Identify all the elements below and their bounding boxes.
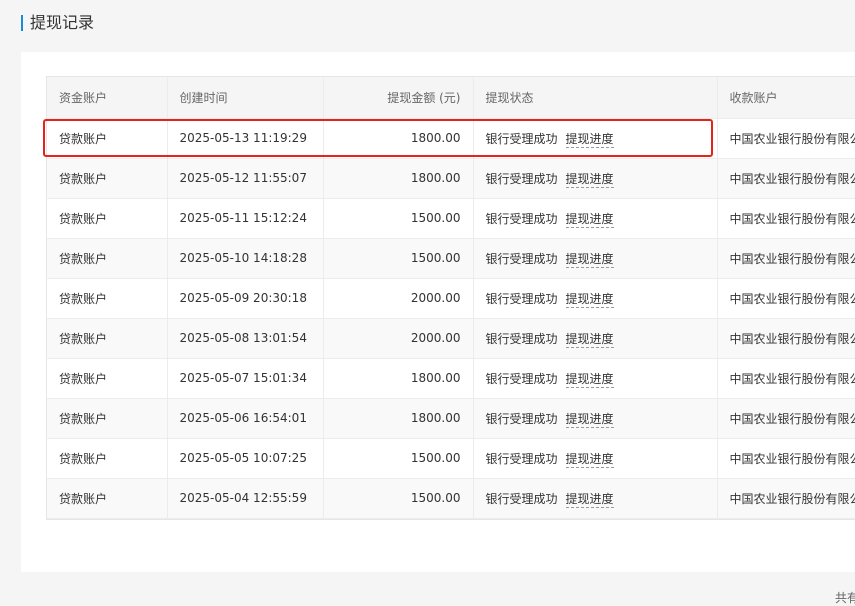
cell-status: 银行受理成功 提现进度 (473, 318, 718, 359)
cell-amount: 2000.00 (323, 278, 474, 319)
cell-time: 2025-05-07 15:01:34 (167, 358, 324, 399)
page-header: 提现记录 (0, 0, 855, 48)
cell-time: 2025-05-05 10:07:25 (167, 438, 324, 479)
col-header-amount: 提现金额 (元) (323, 77, 474, 119)
withdraw-progress-link[interactable]: 提现进度 (565, 371, 614, 388)
table-row: 贷款账户 2025-05-06 16:54:01 1800.00 银行受理成功 提现进度… (47, 398, 855, 439)
table-row: 贷款账户 2025-05-11 15:12:24 1500.00 银行受理成功 提现进度… (47, 198, 855, 239)
cell-time: 2025-05-06 16:54:01 (167, 398, 324, 439)
table-row: 贷款账户 2025-05-13 11:19:29 1800.00 银行受理成功 提现进度… (47, 118, 855, 159)
records-card: 资金账户 创建时间 提现金额 (元) 提现状态 收款账户 贷款账户 2025-05… (21, 52, 855, 605)
status-text: 银行受理成功 (485, 411, 558, 426)
table-row: 贷款账户 2025-05-10 14:18:28 1500.00 银行受理成功 提现进度… (47, 238, 855, 279)
cell-payee: 中国农业银行股份有限公司 (717, 278, 855, 319)
status-text: 银行受理成功 (485, 131, 558, 146)
status-text: 银行受理成功 (485, 171, 558, 186)
cell-amount: 2000.00 (323, 318, 474, 359)
status-text: 银行受理成功 (485, 451, 558, 466)
cell-amount: 1800.00 (323, 158, 474, 199)
title-accent-bar (21, 15, 23, 31)
table-row: 贷款账户 2025-05-09 20:30:18 2000.00 银行受理成功 提现进度… (47, 278, 855, 319)
table-row: 贷款账户 2025-05-12 11:55:07 1800.00 银行受理成功 提现进度… (47, 158, 855, 199)
withdraw-progress-link[interactable]: 提现进度 (565, 411, 614, 428)
table-row: 贷款账户 2025-05-04 12:55:59 1500.00 银行受理成功 提现进度… (47, 478, 855, 519)
status-text: 银行受理成功 (485, 291, 558, 306)
cell-status: 银行受理成功 提现进度 (473, 198, 718, 239)
cell-payee: 中国农业银行股份有限公司 (717, 478, 855, 519)
status-text: 银行受理成功 (485, 371, 558, 386)
cell-amount: 1800.00 (323, 358, 474, 399)
cell-payee: 中国农业银行股份有限公司 (717, 118, 855, 159)
cell-time: 2025-05-09 20:30:18 (167, 278, 324, 319)
cell-status: 银行受理成功 提现进度 (473, 358, 718, 399)
cell-account: 贷款账户 (47, 198, 168, 239)
cell-account: 贷款账户 (47, 318, 168, 359)
cell-amount: 1500.00 (323, 478, 474, 519)
cell-payee: 中国农业银行股份有限公司 (717, 318, 855, 359)
status-text: 银行受理成功 (485, 331, 558, 346)
table-row: 贷款账户 2025-05-07 15:01:34 1800.00 银行受理成功 提现进度… (47, 358, 855, 399)
cell-time: 2025-05-04 12:55:59 (167, 478, 324, 519)
table-row: 贷款账户 2025-05-05 10:07:25 1500.00 银行受理成功 提现进度… (47, 438, 855, 479)
cell-amount: 1500.00 (323, 238, 474, 279)
withdraw-progress-link[interactable]: 提现进度 (565, 251, 614, 268)
withdraw-progress-link[interactable]: 提现进度 (565, 291, 614, 308)
cell-time: 2025-05-08 13:01:54 (167, 318, 324, 359)
cell-payee: 中国农业银行股份有限公司 (717, 438, 855, 479)
cell-status: 银行受理成功 提现进度 (473, 158, 718, 199)
withdrawal-table: 资金账户 创建时间 提现金额 (元) 提现状态 收款账户 贷款账户 2025-05… (47, 77, 855, 519)
withdraw-progress-link[interactable]: 提现进度 (565, 131, 614, 148)
withdraw-progress-link[interactable]: 提现进度 (565, 331, 614, 348)
cell-payee: 中国农业银行股份有限公司 (717, 398, 855, 439)
cell-time: 2025-05-10 14:18:28 (167, 238, 324, 279)
table-row: 贷款账户 2025-05-08 13:01:54 2000.00 银行受理成功 提现进度… (47, 318, 855, 359)
withdraw-progress-link[interactable]: 提现进度 (565, 451, 614, 468)
cell-account: 贷款账户 (47, 438, 168, 479)
table-header-row: 资金账户 创建时间 提现金额 (元) 提现状态 收款账户 (47, 77, 855, 119)
cell-payee: 中国农业银行股份有限公司 (717, 198, 855, 239)
cell-amount: 1500.00 (323, 198, 474, 239)
cell-status: 银行受理成功 提现进度 (473, 398, 718, 439)
col-header-status: 提现状态 (473, 77, 718, 119)
cell-status: 银行受理成功 提现进度 (473, 278, 718, 319)
status-text: 银行受理成功 (485, 491, 558, 506)
cell-account: 贷款账户 (47, 238, 168, 279)
cell-status: 银行受理成功 提现进度 (473, 118, 718, 159)
cell-account: 贷款账户 (47, 358, 168, 399)
cell-amount: 1800.00 (323, 398, 474, 439)
status-text: 银行受理成功 (485, 211, 558, 226)
cell-account: 贷款账户 (47, 118, 168, 159)
total-count: 共有 13 (835, 591, 855, 605)
table-container: 资金账户 创建时间 提现金额 (元) 提现状态 收款账户 贷款账户 2025-05… (46, 76, 855, 520)
col-header-account: 资金账户 (47, 77, 168, 119)
cell-status: 银行受理成功 提现进度 (473, 438, 718, 479)
cell-time: 2025-05-13 11:19:29 (167, 118, 324, 159)
cell-payee: 中国农业银行股份有限公司 (717, 358, 855, 399)
cell-account: 贷款账户 (47, 398, 168, 439)
cell-time: 2025-05-11 15:12:24 (167, 198, 324, 239)
cell-payee: 中国农业银行股份有限公司 (717, 238, 855, 279)
cell-account: 贷款账户 (47, 158, 168, 199)
withdraw-progress-link[interactable]: 提现进度 (565, 211, 614, 228)
page-title: 提现记录 (30, 13, 95, 32)
withdraw-progress-link[interactable]: 提现进度 (565, 171, 614, 188)
col-header-time: 创建时间 (167, 77, 324, 119)
cell-payee: 中国农业银行股份有限公司 (717, 158, 855, 199)
cell-amount: 1800.00 (323, 118, 474, 159)
cell-status: 银行受理成功 提现进度 (473, 238, 718, 279)
cell-account: 贷款账户 (47, 278, 168, 319)
cell-amount: 1500.00 (323, 438, 474, 479)
cell-account: 贷款账户 (47, 478, 168, 519)
cell-status: 银行受理成功 提现进度 (473, 478, 718, 519)
cell-time: 2025-05-12 11:55:07 (167, 158, 324, 199)
status-text: 银行受理成功 (485, 251, 558, 266)
withdraw-progress-link[interactable]: 提现进度 (565, 491, 614, 508)
col-header-payee: 收款账户 (717, 77, 855, 119)
